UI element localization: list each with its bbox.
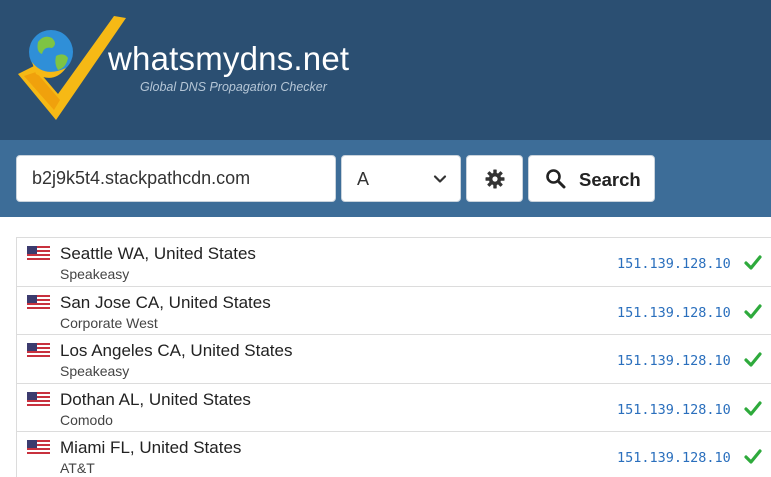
result-ip: 151.139.128.10 (617, 304, 731, 321)
result-provider: AT&T (60, 460, 95, 476)
check-icon (744, 352, 762, 367)
us-flag-icon (27, 294, 50, 309)
result-row[interactable]: Miami FL, United States AT&T 151.139.128… (16, 432, 771, 477)
search-bar: A Search (0, 140, 771, 217)
result-provider: Corporate West (60, 314, 158, 331)
result-location: Dothan AL, United States (60, 389, 251, 409)
check-icon (744, 449, 762, 464)
us-flag-icon (27, 440, 50, 454)
results-list: Seattle WA, United States Speakeasy 151.… (16, 237, 771, 477)
settings-button[interactable] (466, 155, 523, 202)
result-location: Miami FL, United States (60, 438, 242, 457)
result-provider: Speakeasy (60, 363, 130, 379)
brand-name[interactable]: whatsmydns.net (108, 40, 349, 78)
record-type-select[interactable]: A (341, 155, 461, 202)
record-type-value: A (357, 169, 370, 189)
search-button[interactable]: Search (528, 155, 655, 202)
result-ip: 151.139.128.10 (617, 401, 731, 418)
result-ip: 151.139.128.10 (617, 256, 731, 272)
check-icon (744, 400, 762, 416)
magnifier-icon (546, 169, 566, 189)
result-location: San Jose CA, United States (60, 292, 271, 312)
check-icon (744, 303, 762, 319)
result-ip: 151.139.128.10 (617, 353, 731, 369)
result-provider: Comodo (60, 411, 113, 428)
result-ip: 151.139.128.10 (617, 450, 731, 466)
us-flag-icon (27, 391, 50, 406)
result-row[interactable]: Seattle WA, United States Speakeasy 151.… (16, 238, 771, 287)
result-location: Seattle WA, United States (60, 244, 256, 263)
brand-tagline: Global DNS Propagation Checker (140, 80, 327, 94)
result-row[interactable]: San Jose CA, United States Corporate Wes… (16, 286, 771, 335)
gear-icon (485, 169, 505, 189)
check-icon (744, 255, 762, 270)
site-header: whatsmydns.net Global DNS Propagation Ch… (0, 0, 771, 140)
search-button-label: Search (579, 169, 641, 190)
result-provider: Speakeasy (60, 266, 130, 282)
chevron-down-icon (433, 175, 447, 183)
us-flag-icon (27, 246, 50, 260)
us-flag-icon (27, 343, 50, 357)
result-row[interactable]: Los Angeles CA, United States Speakeasy … (16, 335, 771, 384)
result-location: Los Angeles CA, United States (60, 341, 293, 360)
result-row[interactable]: Dothan AL, United States Comodo 151.139.… (16, 383, 771, 432)
domain-input[interactable] (16, 155, 336, 202)
